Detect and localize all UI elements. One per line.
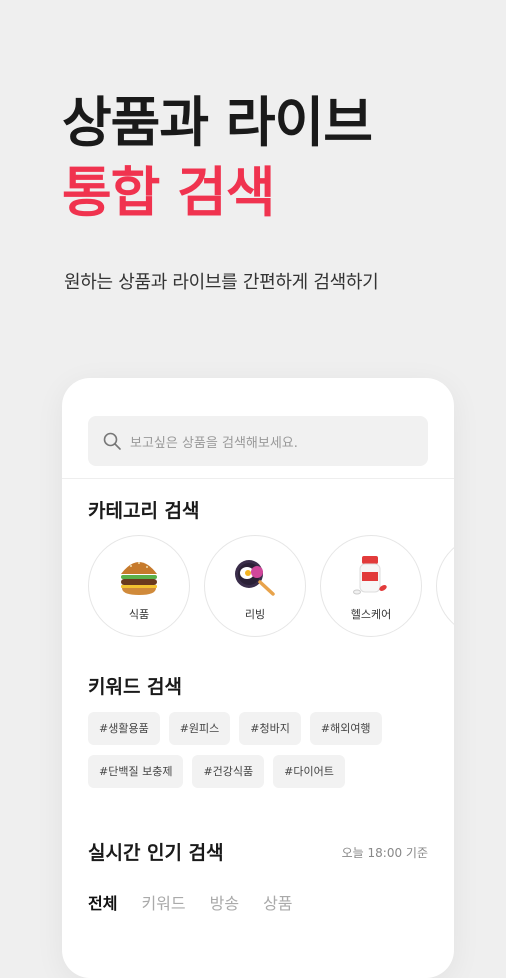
subtitle: 원하는 상품과 라이브를 간편하게 검색하기: [64, 272, 379, 293]
tab-keyword[interactable]: 키워드: [141, 890, 185, 914]
category-living[interactable]: 리빙: [204, 535, 306, 637]
phone-mockup: 보고싶은 상품을 검색해보세요. 카테고리 검색 식품 리빙 헬스케어 키워드 …: [62, 378, 454, 978]
keyword-title: 키워드 검색: [88, 676, 183, 698]
headline: 상품과 라이브 통합 검색: [62, 88, 373, 228]
keyword-tag[interactable]: #생활용품: [88, 712, 160, 745]
keyword-tag[interactable]: #다이어트: [273, 755, 345, 788]
category-next[interactable]: [436, 535, 454, 637]
keyword-tag[interactable]: #해외여행: [309, 712, 382, 745]
update-time: 오늘 18:00 기준: [341, 846, 428, 860]
search-placeholder: 보고싶은 상품을 검색해보세요.: [130, 435, 298, 451]
tab-all[interactable]: 전체: [88, 890, 117, 914]
search-bar[interactable]: 보고싶은 상품을 검색해보세요.: [88, 416, 428, 466]
keyword-tag[interactable]: #단백질 보충제: [88, 755, 184, 788]
tab-broadcast[interactable]: 방송: [210, 890, 239, 914]
search-icon: [103, 432, 121, 450]
pan-icon: [235, 560, 275, 596]
keyword-tag[interactable]: #건강식품: [192, 755, 265, 788]
popular-title: 실시간 인기 검색: [88, 842, 224, 864]
headline-line2: 통합 검색: [62, 161, 276, 224]
category-healthcare[interactable]: 헬스케어: [320, 535, 422, 637]
popular-tabs: 전체 키워드 방송 상품: [88, 890, 293, 914]
category-list: 식품 리빙 헬스케어: [88, 535, 454, 637]
burger-icon: [121, 562, 157, 595]
category-label: 식품: [128, 608, 150, 621]
keyword-tag[interactable]: #원피스: [168, 712, 231, 745]
headline-line1: 상품과 라이브: [62, 91, 373, 154]
category-title: 카테고리 검색: [88, 500, 200, 522]
category-food[interactable]: 식품: [88, 535, 190, 637]
keyword-tag[interactable]: #청바지: [239, 712, 301, 745]
tab-product[interactable]: 상품: [263, 890, 292, 914]
category-label: 헬스케어: [350, 608, 392, 621]
category-label: 리빙: [244, 608, 266, 621]
keyword-tags: #생활용품 #원피스 #청바지 #해외여행 #단백질 보충제 #건강식품 #다이…: [88, 712, 438, 788]
supplement-icon: [353, 556, 387, 595]
divider: [62, 478, 454, 479]
